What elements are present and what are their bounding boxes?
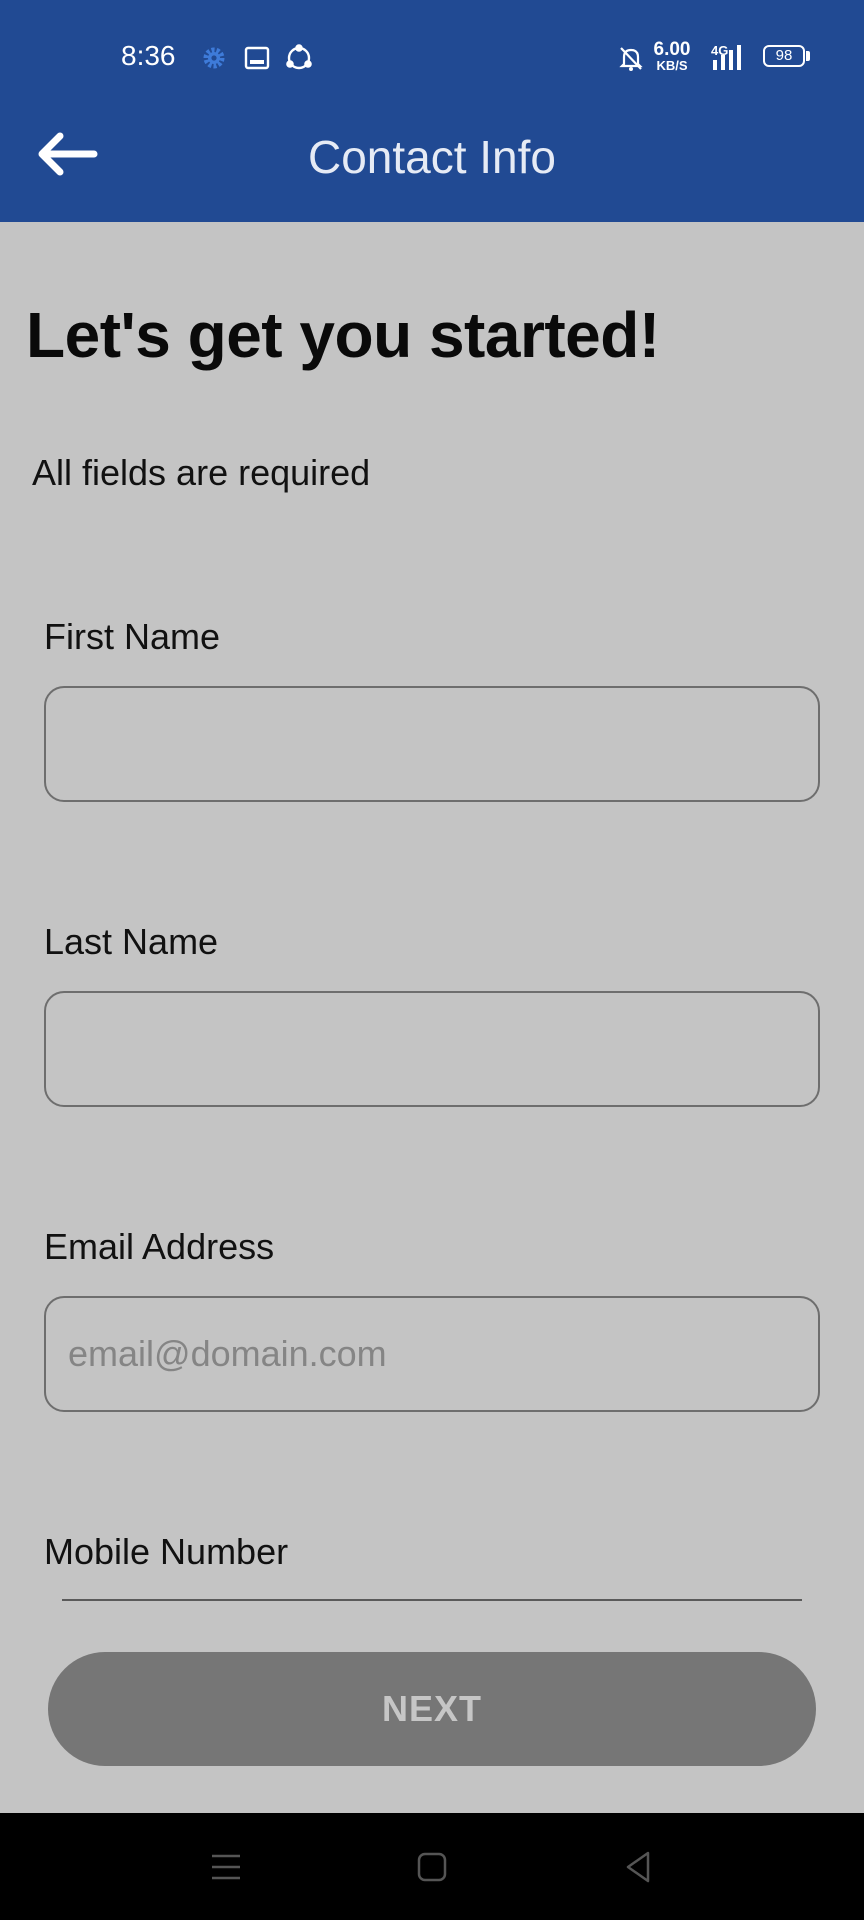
battery-level: 98 — [775, 47, 793, 64]
headline: Let's get you started! — [26, 299, 660, 371]
home-icon[interactable] — [412, 1847, 452, 1887]
network-speed-value: 6.00 — [653, 39, 691, 60]
first-name-label: First Name — [44, 616, 221, 657]
image-icon — [244, 46, 270, 70]
network-speed-unit: KB/S — [656, 58, 688, 73]
mobile-number-label: Mobile Number — [44, 1531, 289, 1572]
page-title: Contact Info — [307, 131, 557, 183]
next-button[interactable]: NEXT — [48, 1652, 816, 1766]
back-icon[interactable] — [618, 1847, 658, 1887]
mobile-number-input[interactable] — [62, 1599, 802, 1601]
first-name-input[interactable] — [44, 686, 820, 802]
last-name-input[interactable] — [44, 991, 820, 1107]
battery-tip — [806, 51, 810, 61]
email-label: Email Address — [44, 1226, 275, 1267]
required-fields-note: All fields are required — [32, 452, 371, 493]
share-icon — [286, 44, 312, 70]
email-input[interactable] — [44, 1296, 820, 1412]
network-speed: 6.00 KB/S — [650, 40, 694, 72]
status-time: 8:36 — [121, 40, 176, 71]
signal-icon — [713, 45, 741, 70]
bell-off-icon — [619, 47, 643, 71]
battery-icon: 98 — [763, 45, 805, 67]
settings-gear-icon — [203, 47, 225, 69]
last-name-label: Last Name — [44, 921, 219, 962]
menu-icon[interactable] — [206, 1847, 246, 1887]
status-bar: 8:36 6.00 KB/S 4G 98 — [0, 0, 864, 112]
